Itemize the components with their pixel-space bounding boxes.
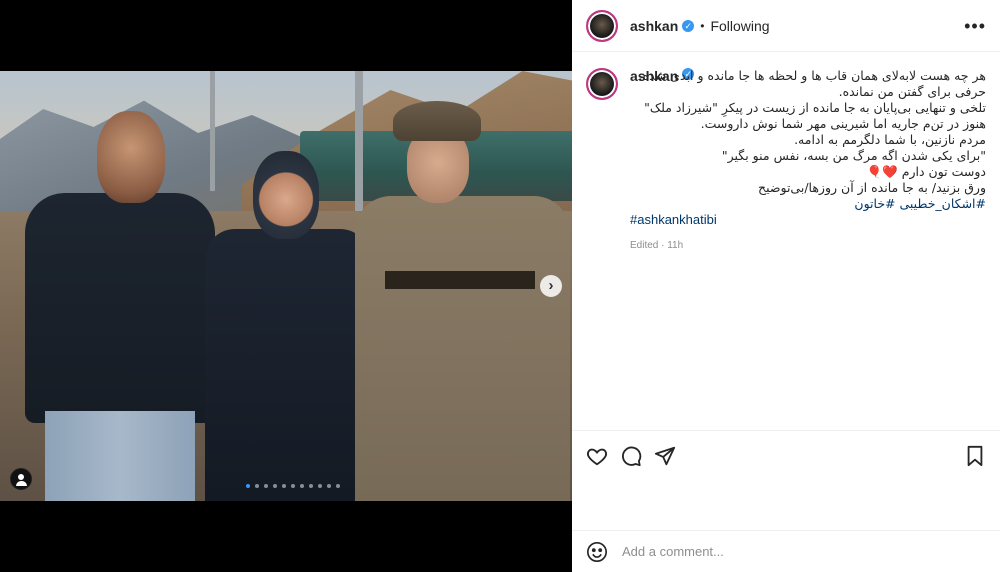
caption-line: دوست تون دارم ❤️🎈 [866,164,986,179]
next-image-button[interactable]: › [540,275,562,297]
caption-body: ashkan ✓ هر چه هست لابه‌لای همان قاب ها … [630,68,986,430]
bookmark-icon[interactable] [964,445,986,467]
separator: • [700,18,705,33]
carousel-dot [282,484,286,488]
carousel-dot [255,484,259,488]
send-icon[interactable] [654,445,676,467]
caption-line: حرفی برای گفتن من نمانده. [838,84,986,99]
action-bar [572,430,1000,480]
carousel-dot [336,484,340,488]
post-header: ashkan ✓ • Following ••• [572,0,1000,52]
comment-icon[interactable] [620,445,642,467]
post-meta: Edited · 11h [630,240,684,251]
user-tag-icon[interactable] [10,468,32,490]
caption-line: تلخی و تنهایی بی‌پایان به جا مانده از زی… [644,100,986,115]
carousel-dots [246,484,340,488]
caption: ashkan ✓ هر چه هست لابه‌لای همان قاب ها … [572,52,1000,430]
person-middle [205,151,370,501]
caption-line: ورق بزنید/ به جا مانده از آن روزها/بی‌تو… [758,180,986,195]
carousel-dot [246,484,250,488]
more-options-icon[interactable]: ••• [964,17,986,35]
avatar[interactable] [586,9,618,42]
caption-line: مردم نازنین، با شما دلگرمم به ادامه. [794,132,986,147]
caption-line: هر چه هست لابه‌لای همان قاب ها و لحظه ها… [638,68,986,83]
carousel-dot [309,484,313,488]
following-button[interactable]: Following [710,18,769,34]
carousel-dot [264,484,268,488]
emoji-icon[interactable] [586,541,608,563]
post-sidebar: ashkan ✓ • Following ••• ashkan ✓ هر چه … [572,0,1000,572]
post-media: › [0,0,572,572]
person-left [25,111,215,501]
heart-icon[interactable] [586,445,608,467]
carousel-dot [318,484,322,488]
caption-line: هنوز در تن‌م جاریه اما شیرینی مهر شما نو… [700,116,986,131]
username-link[interactable]: ashkan [630,18,678,34]
carousel-dot [300,484,304,488]
caption-line: "برای یکی شدن اگه مرگ من بسه، نفس منو بگ… [721,148,986,163]
hashtag-link[interactable]: #ashkankhatibi [630,212,986,228]
person-right [355,101,570,501]
hashtag-link[interactable]: #اشکان_خطیبی #خاتون [630,196,986,212]
carousel-dot [327,484,331,488]
comment-input[interactable] [622,544,986,559]
post-photo[interactable] [0,71,572,501]
carousel-dot [273,484,277,488]
verified-badge-icon: ✓ [682,19,695,32]
comment-bar [572,530,1000,572]
caption-text: هر چه هست لابه‌لای همان قاب ها و لحظه ها… [630,68,986,212]
avatar[interactable] [586,68,618,100]
carousel-dot [291,484,295,488]
